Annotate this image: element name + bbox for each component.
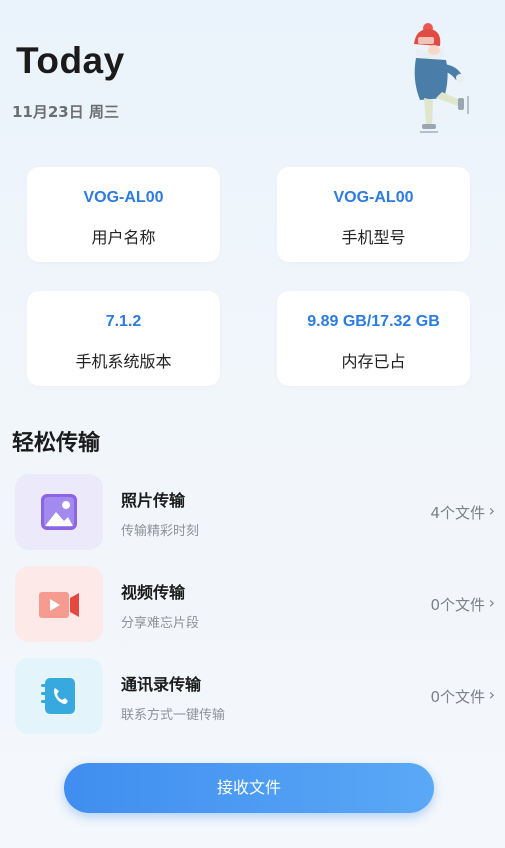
storage-value: 9.89 GB/17.32 GB — [307, 313, 440, 330]
video-file-count: 0个文件 — [430, 596, 485, 614]
contacts-transfer-title: 通讯录传输 — [121, 675, 202, 694]
user-name-card: VOG-AL00 用户名称 — [27, 167, 220, 262]
receive-files-button[interactable]: 接收文件 — [64, 763, 434, 813]
phone-model-value: VOG-AL00 — [333, 189, 414, 206]
user-name-label: 用户名称 — [91, 228, 156, 247]
chevron-right-icon: › — [488, 685, 495, 704]
storage-label: 内存已占 — [341, 352, 406, 371]
photo-transfer-item[interactable]: 照片传输 传输精彩时刻 4个文件 › — [15, 474, 495, 554]
skater-illustration — [414, 23, 469, 133]
user-name-value: VOG-AL00 — [83, 189, 164, 206]
photo-icon — [41, 494, 77, 530]
system-version-label: 手机系统版本 — [75, 352, 172, 371]
video-icon-box — [15, 566, 103, 642]
phone-model-card: VOG-AL00 手机型号 — [277, 167, 470, 262]
contacts-transfer-item[interactable]: 通讯录传输 联系方式一键传输 0个文件 › — [15, 658, 495, 738]
phone-model-label: 手机型号 — [341, 228, 406, 247]
video-transfer-title: 视频传输 — [121, 583, 186, 602]
storage-card: 9.89 GB/17.32 GB 内存已占 — [277, 291, 470, 386]
photo-transfer-subtitle: 传输精彩时刻 — [121, 524, 200, 539]
photo-icon-box — [15, 474, 103, 550]
chevron-right-icon: › — [488, 593, 495, 612]
page-title: Today — [16, 40, 125, 81]
photo-transfer-title: 照片传输 — [121, 491, 186, 510]
video-transfer-subtitle: 分享难忘片段 — [121, 616, 200, 631]
contacts-transfer-subtitle: 联系方式一键传输 — [121, 708, 226, 723]
system-version-value: 7.1.2 — [105, 313, 142, 330]
system-version-card: 7.1.2 手机系统版本 — [27, 291, 220, 386]
video-icon — [39, 592, 79, 618]
date-label: 11月23日 周三 — [12, 103, 119, 121]
photo-file-count: 4个文件 — [430, 504, 485, 522]
section-title: 轻松传输 — [12, 431, 101, 456]
contacts-file-count: 0个文件 — [430, 688, 485, 706]
video-transfer-item[interactable]: 视频传输 分享难忘片段 0个文件 › — [15, 566, 495, 646]
chevron-right-icon: › — [488, 501, 495, 520]
contacts-icon-box — [15, 658, 103, 734]
contacts-icon — [41, 678, 75, 714]
